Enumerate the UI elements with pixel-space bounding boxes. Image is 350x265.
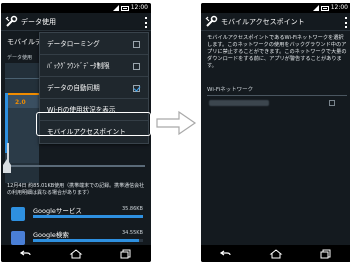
checkbox[interactable] xyxy=(133,63,140,70)
battery-icon xyxy=(320,5,329,11)
back-icon[interactable] xyxy=(19,249,33,259)
app-usage-bar xyxy=(33,215,143,218)
page-title: モバイルアクセスポイント xyxy=(221,18,305,26)
back-icon[interactable] xyxy=(219,249,233,259)
home-icon[interactable] xyxy=(69,248,83,259)
navigation-bar xyxy=(1,245,151,262)
overflow-menu-icon[interactable] xyxy=(344,17,348,28)
recent-apps-icon[interactable] xyxy=(119,249,133,259)
data-usage-subtext: データ使用 xyxy=(7,55,33,61)
menu-item-auto-sync[interactable]: データの自動同期 xyxy=(40,77,148,99)
overflow-menu-icon[interactable] xyxy=(144,17,148,28)
signal-icon xyxy=(312,5,319,11)
menu-item-highlight xyxy=(36,112,151,136)
app-size: 34.55KB xyxy=(121,230,143,236)
warning-line[interactable] xyxy=(5,93,39,95)
menu-item-data-roaming[interactable]: データローミング xyxy=(40,33,148,55)
settings-wrench-icon[interactable] xyxy=(4,15,18,29)
navigation-bar xyxy=(201,245,350,262)
status-icons: 12:00 xyxy=(112,3,148,13)
menu-item-label: データの自動同期 xyxy=(47,84,100,92)
page-title: データ使用 xyxy=(21,18,56,26)
date-range-slider[interactable] xyxy=(5,165,145,167)
signal-icon xyxy=(112,5,119,11)
limit-label: 2.0 xyxy=(15,99,26,106)
slider-handle-icon[interactable] xyxy=(3,159,11,173)
battery-icon xyxy=(120,5,129,11)
usage-period-text: 12月4日 約85.01KB使用（携帯端末での記録。携帯通信会社の利用明細は異な… xyxy=(7,183,145,196)
menu-item-background-data[interactable]: ﾊﾞｯｸｸﾞﾗｳﾝﾄﾞﾃﾞｰﾀ制限 xyxy=(40,55,148,77)
status-bar: 12:00 xyxy=(1,3,151,13)
network-name-blurred xyxy=(209,100,269,106)
arrow-right-icon xyxy=(156,110,197,136)
app-name: Google検索 xyxy=(33,231,69,239)
google-services-icon xyxy=(11,207,25,221)
wifi-networks-header: Wi-Fiネットワーク xyxy=(207,85,347,96)
action-bar: データ使用 xyxy=(1,13,151,31)
wifi-network-item[interactable] xyxy=(207,97,347,111)
app-size: 35.86KB xyxy=(121,206,143,212)
menu-item-label: ﾊﾞｯｸｸﾞﾗｳﾝﾄﾞﾃﾞｰﾀ制限 xyxy=(47,62,110,70)
menu-item-label: データローミング xyxy=(47,40,100,48)
status-bar: 12:00 xyxy=(201,3,350,13)
app-usage-row[interactable]: Googleサービス 35.86KB xyxy=(1,203,151,227)
status-icons: 12:00 xyxy=(312,3,348,13)
settings-wrench-icon[interactable] xyxy=(204,15,218,29)
checkbox-checked[interactable] xyxy=(133,85,140,92)
status-time: 12:00 xyxy=(330,4,348,11)
app-usage-bar xyxy=(33,239,143,242)
recent-apps-icon[interactable] xyxy=(319,249,333,259)
home-icon[interactable] xyxy=(269,248,283,259)
checkbox[interactable] xyxy=(329,100,335,106)
app-name: Googleサービス xyxy=(33,207,82,215)
status-time: 12:00 xyxy=(130,4,148,11)
phone-screen-mobile-hotspots: 12:00 モバイルアクセスポイント モバイルアクセスポイントであるWi-Fiネ… xyxy=(201,3,350,262)
hotspot-description: モバイルアクセスポイントであるWi-Fiネットワークを選択します。このネットワー… xyxy=(207,35,347,69)
action-bar: モバイルアクセスポイント xyxy=(201,13,350,31)
checkbox[interactable] xyxy=(133,41,140,48)
google-search-icon xyxy=(11,231,25,245)
